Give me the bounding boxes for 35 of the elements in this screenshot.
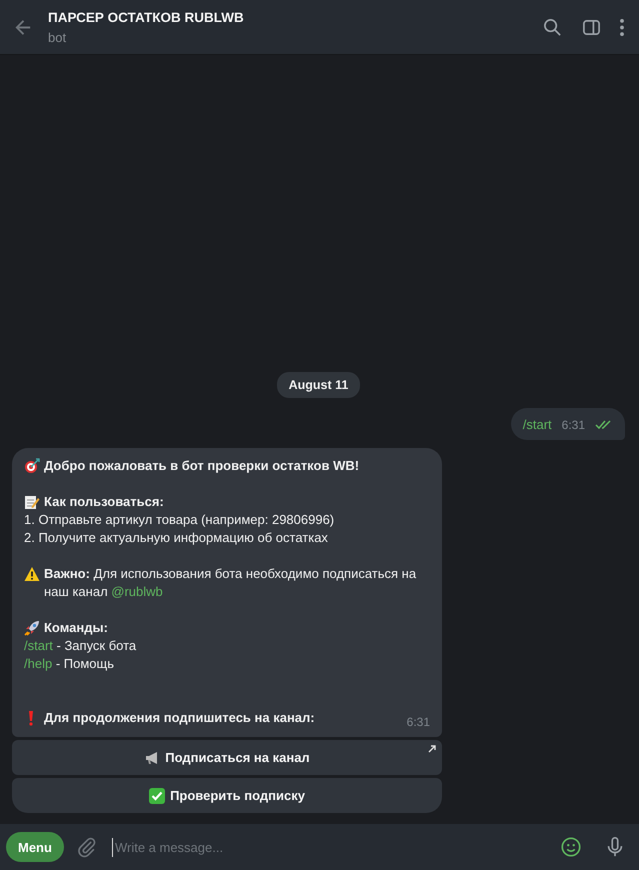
- alert-text: Для продолжения подпишитесь на канал:: [44, 709, 315, 727]
- target-icon: [24, 458, 40, 474]
- warning-icon: [24, 566, 40, 582]
- emoji-icon[interactable]: [560, 836, 582, 858]
- back-icon[interactable]: [14, 18, 33, 36]
- command-link[interactable]: /start: [24, 638, 53, 653]
- welcome-title: Добро пожаловать в бот проверки остатков WB!: [44, 457, 360, 475]
- external-link-icon: [428, 745, 436, 753]
- rocket-icon: [24, 620, 40, 636]
- attach-icon[interactable]: [76, 836, 98, 858]
- notepad-icon: [24, 494, 40, 510]
- search-icon[interactable]: [543, 18, 562, 36]
- date-badge: August 11: [276, 372, 360, 398]
- chat-subtitle: bot: [48, 30, 66, 44]
- inline-button[interactable]: Подписаться на канал: [12, 740, 442, 775]
- message-time: 6:31: [406, 714, 430, 731]
- instruction-text: 2. Получите актуальную информацию об остатках: [24, 529, 329, 547]
- instruction-text: 1. Отправьте артикул товара (например: 29806996): [24, 511, 336, 529]
- command-line: /help - Помощь: [24, 655, 115, 673]
- section-heading: Как пользоваться:: [44, 493, 164, 511]
- check-icon: [149, 788, 166, 804]
- menu-button[interactable]: Menu: [6, 832, 64, 862]
- chat-title: ПАРСЕР ОСТАТКОВ RUBLWB: [48, 10, 244, 24]
- command-link[interactable]: /help: [24, 656, 52, 671]
- channel-link[interactable]: @rublwb: [111, 584, 163, 599]
- exclamation-icon: [28, 710, 34, 726]
- command-line: /start - Запуск бота: [24, 637, 138, 655]
- message-input[interactable]: Write a message...: [112, 838, 548, 856]
- message-text: /start: [522, 417, 552, 432]
- inline-button[interactable]: Проверить подписку: [12, 778, 442, 813]
- message-time: 6:31: [562, 418, 585, 432]
- more-icon[interactable]: [619, 18, 625, 36]
- sidebar-icon[interactable]: [582, 18, 601, 36]
- notice-text: Важно: Для использования бота необходимо подписаться на наш канал @rublwb: [44, 565, 418, 601]
- section-heading: Команды:: [44, 619, 108, 637]
